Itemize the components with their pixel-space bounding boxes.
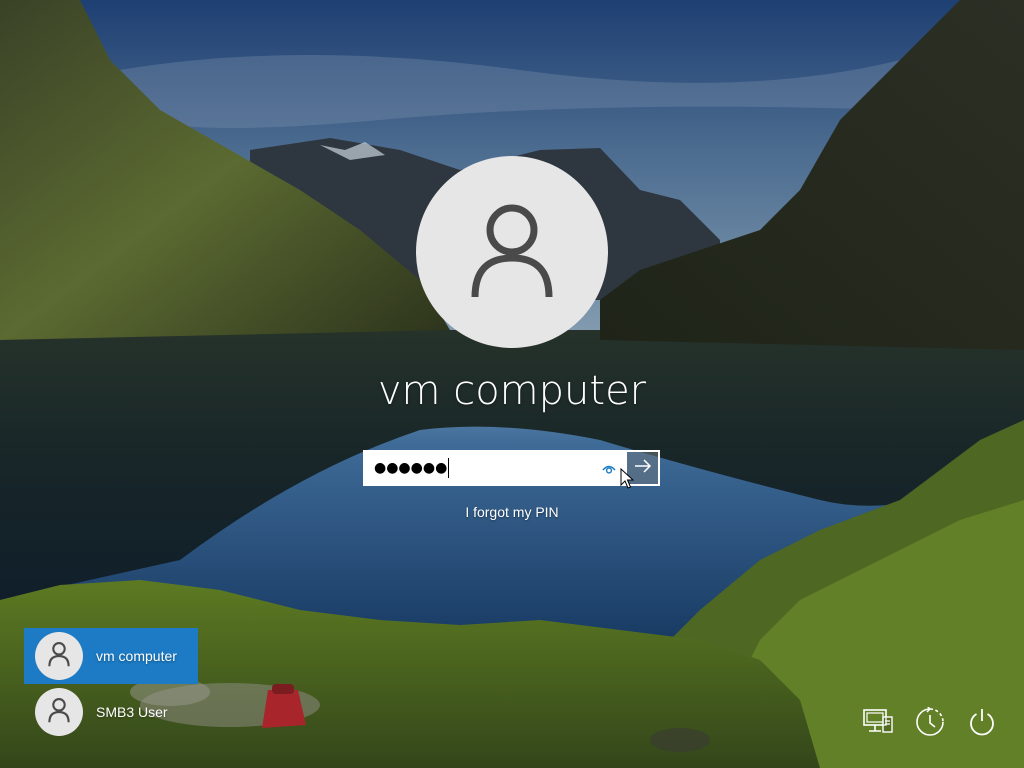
pin-value: ●●●●●● (374, 460, 448, 476)
user-tile-label: SMB3 User (96, 704, 168, 720)
user-name-heading: vm computer (377, 368, 647, 414)
user-tile-smb3-user[interactable]: SMB3 User (24, 684, 198, 740)
user-switch-list: vm computer SMB3 User (24, 628, 198, 740)
mouse-pointer-icon (620, 467, 635, 490)
network-button[interactable] (856, 702, 900, 746)
pin-entry: ●●●●●● (363, 450, 660, 486)
user-tile-vm-computer[interactable]: vm computer (24, 628, 198, 684)
power-button[interactable] (960, 702, 1004, 746)
arrow-right-icon (634, 458, 652, 478)
ease-of-access-button[interactable] (908, 702, 952, 746)
network-icon (863, 708, 893, 740)
pin-input[interactable]: ●●●●●● (363, 450, 625, 486)
text-caret (448, 458, 450, 478)
power-icon (967, 707, 997, 742)
user-silhouette-icon (46, 697, 72, 728)
user-tile-label: vm computer (96, 648, 177, 664)
eye-icon[interactable] (601, 461, 617, 477)
user-avatar (416, 156, 608, 348)
user-tile-avatar (35, 688, 83, 736)
forgot-pin-link[interactable]: I forgot my PIN (412, 504, 612, 520)
system-buttons (856, 702, 1004, 746)
ease-of-access-icon (915, 705, 945, 742)
user-silhouette-icon (46, 641, 72, 672)
user-tile-avatar (35, 632, 83, 680)
user-silhouette-icon (462, 200, 562, 305)
